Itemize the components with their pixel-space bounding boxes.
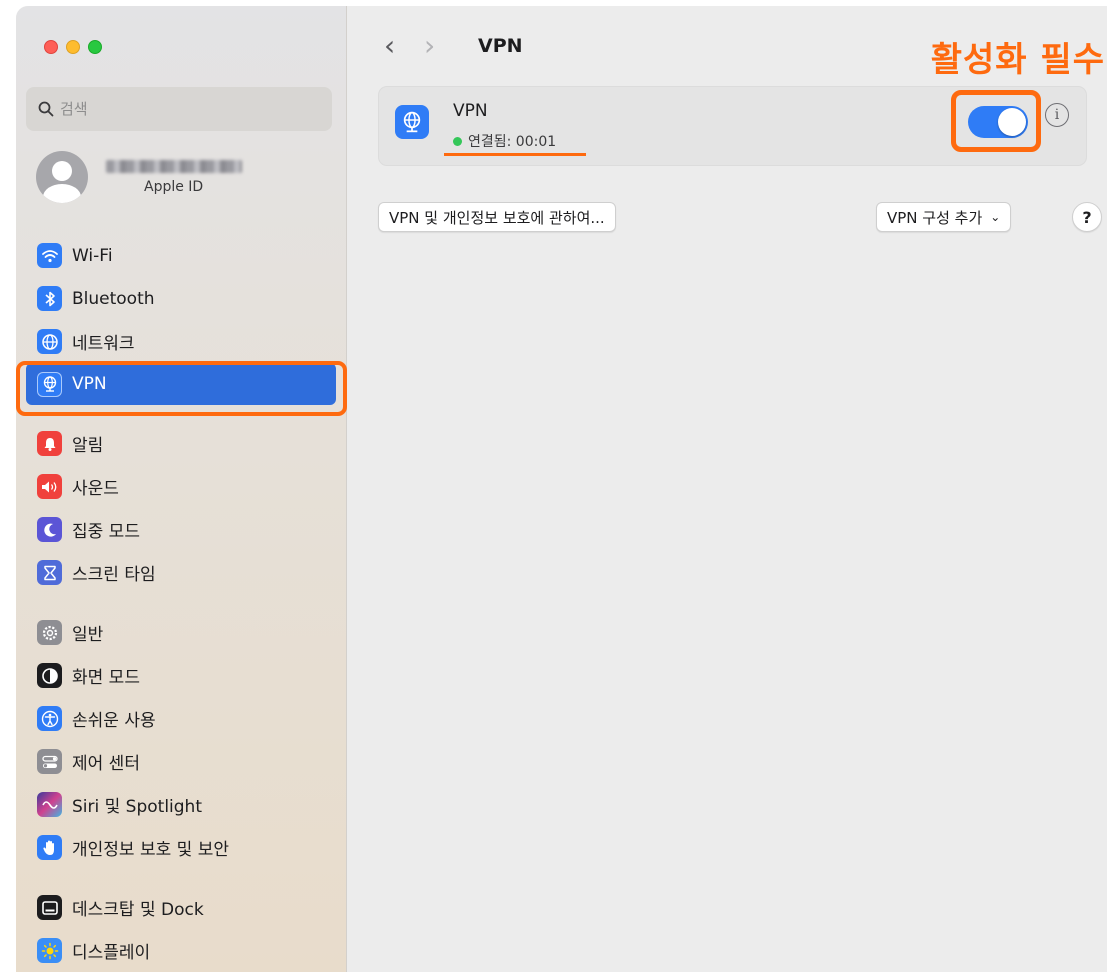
sidebar-item-label: 일반 <box>72 625 104 645</box>
apple-id-account[interactable]: Apple ID <box>36 151 242 203</box>
avatar <box>36 151 88 203</box>
vpn-highlight-box <box>16 361 347 416</box>
sidebar-nav: Wi-Fi Bluetooth 네트워크 VPN 알림 사운드 집중 모드 스크… <box>26 234 336 972</box>
sidebar-item-privacy-security[interactable]: 개인정보 보호 및 보안 <box>26 826 336 869</box>
forward-button[interactable]: › <box>424 32 464 60</box>
sun-icon <box>37 938 62 963</box>
sidebar-item-accessibility[interactable]: 손쉬운 사용 <box>26 697 336 740</box>
sidebar-item-displays[interactable]: 디스플레이 <box>26 929 336 972</box>
sidebar-item-label: 디스플레이 <box>72 943 151 963</box>
hourglass-icon <box>37 560 62 585</box>
sidebar-item-label: 알림 <box>72 436 104 456</box>
speaker-icon <box>37 474 62 499</box>
connected-dot-icon <box>453 136 462 146</box>
sidebar-item-general[interactable]: 일반 <box>26 611 336 654</box>
vpn-globe-icon <box>395 105 429 139</box>
sidebar-item-label: 데스크탑 및 Dock <box>72 900 204 920</box>
sidebar: Apple ID Wi-Fi Bluetooth 네트워크 <box>16 6 347 972</box>
sidebar-item-label: 네트워크 <box>72 334 135 354</box>
sidebar-item-label: 집중 모드 <box>72 522 140 542</box>
toggle-highlight-box <box>951 90 1041 152</box>
sidebar-item-label: 스크린 타임 <box>72 565 156 585</box>
hand-icon <box>37 835 62 860</box>
sidebar-item-screen-time[interactable]: 스크린 타임 <box>26 551 336 594</box>
sidebar-item-focus[interactable]: 집중 모드 <box>26 508 336 551</box>
traffic-lights <box>44 40 102 54</box>
accessibility-icon <box>37 706 62 731</box>
appearance-icon <box>37 663 62 688</box>
sidebar-item-label: Wi-Fi <box>72 245 113 266</box>
close-window-button[interactable] <box>44 40 58 54</box>
sidebar-item-notifications[interactable]: 알림 <box>26 422 336 465</box>
sidebar-item-label: 화면 모드 <box>72 668 140 688</box>
account-name-blurred <box>106 159 242 173</box>
page-title: VPN <box>478 35 523 57</box>
siri-icon <box>37 792 62 817</box>
search-input[interactable] <box>60 100 300 118</box>
gear-icon <box>37 620 62 645</box>
moon-icon <box>37 517 62 542</box>
main-pane: ‹ › VPN VPN 연결됨: 00:01 i 활성화 필수 VPN 및 개인… <box>348 6 1107 972</box>
sidebar-item-bluetooth[interactable]: Bluetooth <box>26 277 336 320</box>
add-vpn-config-button[interactable]: VPN 구성 추가 ⌄ <box>876 202 1012 232</box>
sidebar-item-desktop-dock[interactable]: 데스크탑 및 Dock <box>26 886 336 929</box>
sidebar-item-siri-spotlight[interactable]: Siri 및 Spotlight <box>26 783 336 826</box>
sidebar-item-label: 손쉬운 사용 <box>72 711 156 731</box>
vpn-status-text: 연결됨: 00:01 <box>468 134 557 150</box>
sidebar-item-wifi[interactable]: Wi-Fi <box>26 234 336 277</box>
sidebar-item-label: 개인정보 보호 및 보안 <box>72 840 229 860</box>
sidebar-item-label: 제어 센터 <box>72 754 140 774</box>
apple-id-label: Apple ID <box>144 178 204 195</box>
sidebar-item-network[interactable]: 네트워크 <box>26 320 336 363</box>
help-button[interactable]: ? <box>1072 202 1102 232</box>
sidebar-item-label: Siri 및 Spotlight <box>72 797 202 817</box>
vpn-status: 연결됨: 00:01 <box>453 131 556 151</box>
about-vpn-privacy-button[interactable]: VPN 및 개인정보 보호에 관하여... <box>378 202 616 232</box>
dock-icon <box>37 895 62 920</box>
bell-icon <box>37 431 62 456</box>
wifi-icon <box>37 243 62 268</box>
zoom-window-button[interactable] <box>88 40 102 54</box>
settings-window: Apple ID Wi-Fi Bluetooth 네트워크 <box>16 6 1107 972</box>
toolbar: ‹ › VPN <box>384 32 523 60</box>
sidebar-item-label: Bluetooth <box>72 288 155 309</box>
info-icon[interactable]: i <box>1045 103 1069 127</box>
sidebar-item-label: 사운드 <box>72 479 119 499</box>
bluetooth-icon <box>37 286 62 311</box>
status-underline-annotation <box>444 153 586 156</box>
sidebar-item-appearance[interactable]: 화면 모드 <box>26 654 336 697</box>
globe-icon <box>37 329 62 354</box>
sidebar-item-sound[interactable]: 사운드 <box>26 465 336 508</box>
search-icon <box>38 101 54 117</box>
switches-icon <box>37 749 62 774</box>
minimize-window-button[interactable] <box>66 40 80 54</box>
sidebar-search[interactable] <box>26 87 332 131</box>
add-vpn-config-label: VPN 구성 추가 <box>887 208 983 227</box>
annotation-label: 활성화 필수 <box>930 40 1105 80</box>
sidebar-item-control-center[interactable]: 제어 센터 <box>26 740 336 783</box>
chevron-down-icon: ⌄ <box>990 210 1001 224</box>
vpn-name: VPN <box>453 101 488 121</box>
back-button[interactable]: ‹ <box>384 32 424 60</box>
